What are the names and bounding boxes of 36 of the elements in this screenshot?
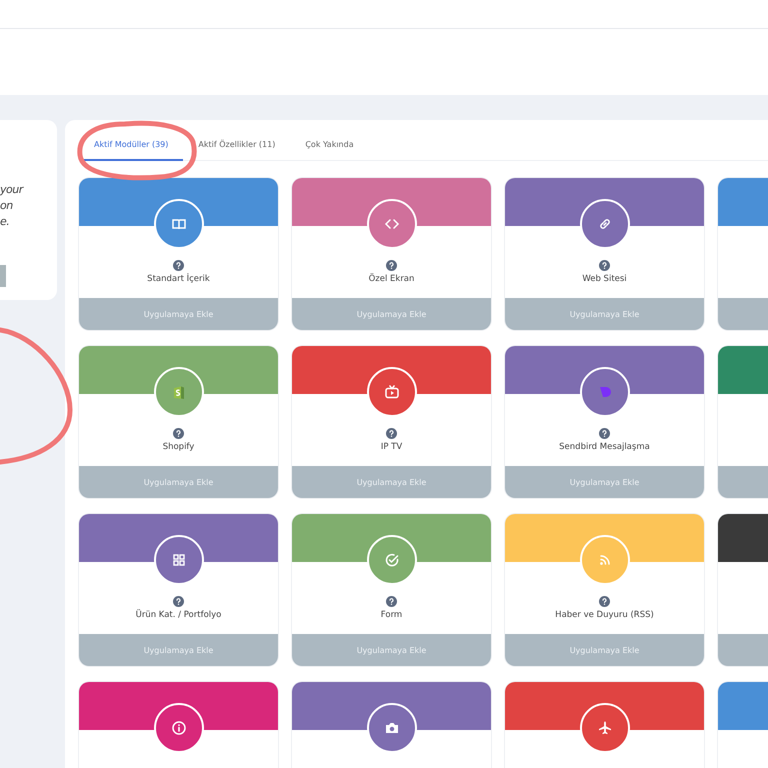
help-icon[interactable] <box>386 428 397 439</box>
help-icon[interactable] <box>599 596 610 607</box>
info-icon <box>170 720 186 736</box>
help-icon[interactable] <box>173 596 184 607</box>
add-to-app-button[interactable]: Uygulamaya Ekle <box>505 634 704 666</box>
airplane-icon <box>596 720 612 736</box>
module-name: Sendbird Mesajlaşma <box>559 442 650 452</box>
tab[interactable]: Aktif Modüller (39) <box>80 140 184 161</box>
camera-icon <box>384 720 400 736</box>
info-text: your on e. <box>0 182 23 230</box>
help-icon[interactable] <box>173 428 184 439</box>
add-to-app-button[interactable]: Uygulamaya Ekle <box>292 466 491 498</box>
help-icon[interactable] <box>599 428 610 439</box>
add-to-app-button[interactable]: Uygulamaya Ekle <box>292 298 491 330</box>
add-to-app-button[interactable]: Uygulamaya Ekle <box>79 466 278 498</box>
module-name: Özel Ekran <box>368 274 414 284</box>
module-name: Web Sitesi <box>582 274 627 284</box>
help-icon[interactable] <box>386 260 397 271</box>
add-to-app-button[interactable]: Uygulamaya Ekle <box>505 466 704 498</box>
tab[interactable]: Çok Yakında <box>290 140 369 161</box>
module-name: Standart İçerik <box>147 274 210 284</box>
module-name: IP TV <box>380 442 402 452</box>
tab[interactable]: Aktif Özellikler (11) <box>183 140 290 161</box>
add-to-app-button[interactable]: Uygulamaya Ekle <box>292 634 491 666</box>
module-name: Shopify <box>162 442 194 452</box>
module-name: Haber ve Duyuru (RSS) <box>555 610 654 620</box>
help-icon[interactable] <box>599 260 610 271</box>
module-name: Ürün Kat. / Portfolyo <box>136 610 222 620</box>
grid-icon <box>170 552 186 568</box>
add-to-app-button[interactable]: Uygulamaya Ekle <box>505 298 704 330</box>
module-name: Form <box>380 610 402 620</box>
help-icon[interactable] <box>173 260 184 271</box>
tv-icon <box>384 384 400 400</box>
add-to-app-button[interactable]: Uygulamaya Ekle <box>79 298 278 330</box>
help-icon[interactable] <box>386 596 397 607</box>
add-to-app-button[interactable]: Uygulamaya Ekle <box>79 634 278 666</box>
